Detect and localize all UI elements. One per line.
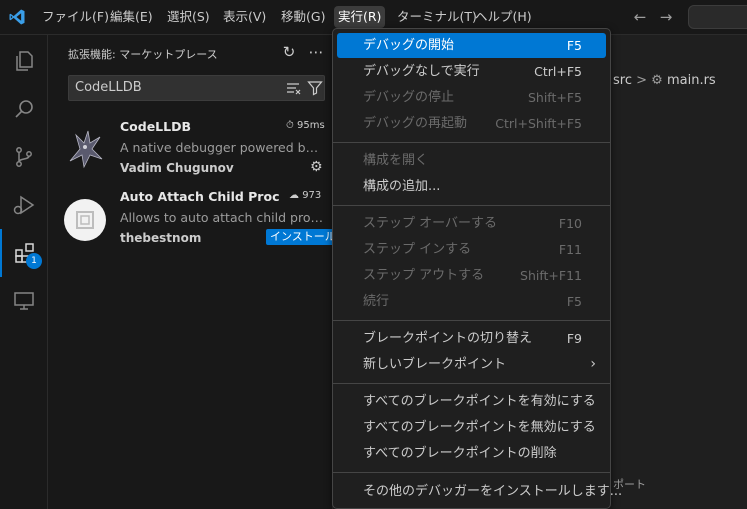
extension-default-icon: [64, 199, 106, 241]
menu-item-run-without-debugging[interactable]: デバッグなしで実行 Ctrl+F5: [337, 59, 606, 84]
arrow-left-icon[interactable]: ←: [630, 6, 650, 28]
breadcrumb-folder[interactable]: src: [613, 73, 632, 88]
install-button[interactable]: インストール: [266, 229, 340, 245]
menu-item-shortcut: Ctrl+Shift+F5: [495, 116, 582, 131]
menu-item-install-additional-debuggers[interactable]: その他のデバッガーをインストールします...: [337, 479, 622, 504]
extensions-badge: 1: [26, 253, 42, 269]
chevron-right-icon: >: [636, 73, 648, 88]
menu-view[interactable]: 表示(V): [219, 6, 270, 28]
menu-separator: [333, 472, 610, 473]
extensions-icon[interactable]: 1: [0, 229, 48, 277]
menu-item-step-out: ステップ アウトする Shift+F11: [337, 263, 606, 288]
extension-publisher: thebestnom: [120, 231, 202, 245]
clear-filter-icon[interactable]: [285, 80, 301, 96]
extensions-search-box[interactable]: CodeLLDB: [68, 75, 325, 101]
menu-item-shortcut: F10: [558, 216, 582, 231]
extension-publisher: Vadim Chugunov: [120, 161, 234, 175]
menu-item-label: 新しいブレークポイント: [363, 357, 507, 372]
menu-item-label: デバッグの開始: [363, 38, 455, 53]
activity-bar: 1: [0, 35, 48, 509]
menu-item-label: デバッグの停止: [363, 90, 455, 105]
menu-item-remove-all-breakpoints[interactable]: すべてのブレークポイントの削除: [337, 441, 606, 466]
menu-item-shortcut: Shift+F11: [520, 268, 582, 283]
vscode-logo-icon: [9, 9, 25, 25]
menu-item-step-over: ステップ オーバーする F10: [337, 211, 606, 236]
menu-go[interactable]: 移動(G): [277, 6, 329, 28]
menu-item-enable-all-breakpoints[interactable]: すべてのブレークポイントを有効にする: [337, 389, 606, 414]
menu-help[interactable]: ヘルプ(H): [471, 6, 536, 28]
extensions-sidebar: 拡張機能: マーケットプレース ↻ ⋯ CodeLLDB CodeLLDB ⏱ …: [48, 35, 340, 509]
run-menu-dropdown: デバッグの開始 F5 デバッグなしで実行 Ctrl+F5 デバッグの停止 Shi…: [332, 28, 622, 509]
menu-item-step-into: ステップ インする F11: [337, 237, 606, 262]
menu-separator: [333, 320, 610, 321]
extension-item-codelldb[interactable]: CodeLLDB ⏱ 95ms A native debugger powere…: [48, 115, 332, 185]
ellipsis-icon[interactable]: ⋯: [305, 41, 327, 63]
extensions-search-input[interactable]: CodeLLDB: [75, 80, 142, 95]
menu-item-label: 構成の追加...: [363, 179, 441, 194]
menu-item-start-debugging[interactable]: デバッグの開始 F5: [337, 33, 606, 58]
menu-item-add-configuration[interactable]: 構成の追加...: [337, 174, 606, 199]
menu-item-disable-all-breakpoints[interactable]: すべてのブレークポイントを無効にする: [337, 415, 606, 440]
menu-item-new-breakpoint[interactable]: 新しいブレークポイント ›: [337, 352, 606, 377]
filter-icon[interactable]: [307, 80, 323, 96]
menu-item-shortcut: F5: [566, 38, 582, 53]
menu-terminal[interactable]: ターミナル(T): [393, 6, 481, 28]
command-center-search[interactable]: [688, 5, 747, 29]
menu-item-label: ブレークポイントの切り替え: [363, 331, 533, 346]
codelldb-dragon-icon: [69, 130, 103, 169]
source-control-icon[interactable]: [0, 133, 48, 181]
extension-description: A native debugger powered by LL...: [120, 140, 324, 155]
breadcrumb: src > ⚙ main.rs: [613, 73, 716, 88]
download-count-value: 973: [302, 190, 322, 201]
menu-separator: [333, 205, 610, 206]
run-debug-icon[interactable]: [0, 181, 48, 229]
menu-item-label: ステップ アウトする: [363, 268, 485, 283]
menu-item-label: ステップ インする: [363, 242, 472, 257]
menu-item-shortcut: F11: [558, 242, 582, 257]
search-icon[interactable]: [0, 85, 48, 133]
sidebar-title: 拡張機能: マーケットプレース: [68, 48, 218, 61]
menu-selection[interactable]: 選択(S): [163, 6, 214, 28]
breadcrumb-file[interactable]: main.rs: [667, 73, 716, 88]
menu-item-label: その他のデバッガーをインストールします...: [363, 484, 623, 499]
menu-run[interactable]: 実行(R): [334, 6, 386, 28]
menu-item-label: すべてのブレークポイントの削除: [363, 446, 557, 461]
extension-item-auto-attach[interactable]: Auto Attach Child Proce... ☁ 973 Allows …: [48, 185, 340, 255]
refresh-icon[interactable]: ↻: [278, 41, 300, 63]
menu-file[interactable]: ファイル(F): [38, 6, 113, 28]
download-count: ☁ 973: [289, 190, 321, 201]
cloud-download-icon: ☁: [289, 190, 299, 201]
menu-item-stop-debugging: デバッグの停止 Shift+F5: [337, 85, 606, 110]
explorer-icon[interactable]: [0, 37, 48, 85]
menu-item-open-configurations: 構成を開く: [337, 148, 606, 173]
extension-description: Allows to auto attach child proces...: [120, 210, 324, 225]
menu-item-label: デバッグなしで実行: [363, 64, 480, 79]
menu-item-shortcut: Shift+F5: [527, 90, 582, 105]
menu-item-label: すべてのブレークポイントを有効にする: [363, 394, 596, 409]
menu-item-label: 続行: [363, 294, 390, 309]
chevron-right-icon: ›: [590, 356, 596, 372]
arrow-right-icon[interactable]: →: [656, 6, 676, 28]
remote-explorer-icon[interactable]: [0, 277, 48, 325]
activation-time: ⏱ 95ms: [286, 120, 325, 131]
menu-edit[interactable]: 編集(E): [106, 6, 157, 28]
menu-separator: [333, 142, 610, 143]
menu-item-continue: 続行 F5: [337, 289, 606, 314]
menu-item-restart-debugging: デバッグの再起動 Ctrl+Shift+F5: [337, 111, 606, 136]
menu-item-label: デバッグの再起動: [363, 116, 468, 131]
menu-item-label: 構成を開く: [363, 153, 429, 168]
menu-item-shortcut: F5: [566, 294, 582, 309]
menu-item-shortcut: Ctrl+F5: [534, 64, 582, 79]
gear-icon[interactable]: ⚙: [310, 159, 323, 175]
rust-file-icon: ⚙: [651, 73, 663, 88]
menu-item-toggle-breakpoint[interactable]: ブレークポイントの切り替え F9: [337, 326, 606, 351]
extension-name: Auto Attach Child Proce...: [120, 189, 280, 204]
extension-name: CodeLLDB: [120, 119, 192, 134]
menu-item-label: すべてのブレークポイントを無効にする: [363, 420, 596, 435]
menu-item-shortcut: F9: [566, 331, 582, 346]
activation-time-value: 95ms: [297, 120, 325, 131]
clock-icon: ⏱: [286, 120, 294, 131]
menu-item-label: ステップ オーバーする: [363, 216, 498, 231]
menu-separator: [333, 383, 610, 384]
